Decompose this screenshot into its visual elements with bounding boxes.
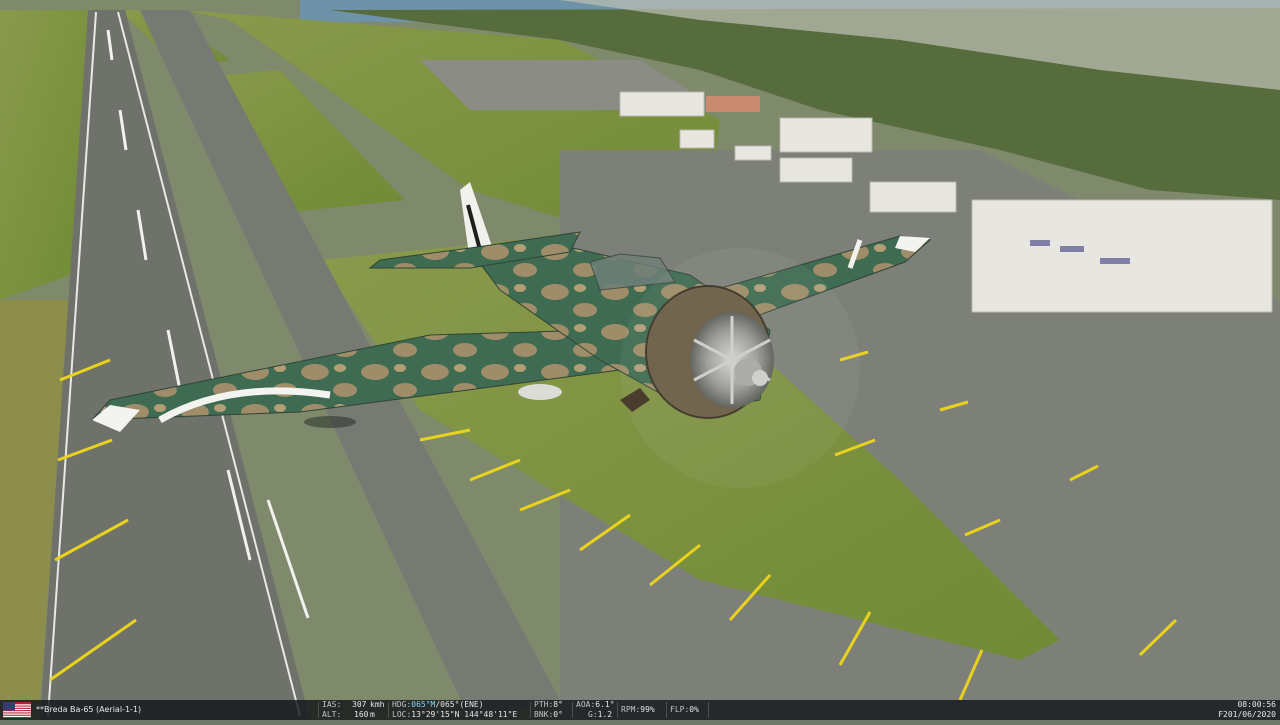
loc-value: 13°29'15"N 144°48'11"E (411, 710, 518, 719)
alt-value: 160 (354, 710, 369, 719)
divider (388, 702, 389, 718)
divider (572, 702, 573, 718)
hdg-label: HDG: (392, 700, 412, 709)
divider (617, 702, 618, 718)
aoa-value: 6.1° (595, 700, 615, 709)
aoa-g-group: AOA:6.1° G:1.2 (576, 700, 616, 720)
mission-time: 08:00:56 (1237, 700, 1276, 709)
ias-value: 307 (352, 700, 367, 709)
flaps-group: FLP:0% (670, 705, 710, 725)
mission-date: F201/06/2020 (1218, 710, 1276, 719)
flp-value: 0% (689, 705, 699, 714)
bnk-label: BNK: (534, 710, 554, 719)
bnk-value: 0° (553, 710, 563, 719)
us-flag-icon (3, 702, 31, 718)
loc-label: LOC: (392, 710, 412, 719)
hdg-true-value: /065°(ENE) (435, 700, 484, 709)
attitude-group: PTH:8° BNK:0° (534, 700, 570, 720)
alt-label: ALT: (322, 710, 342, 719)
rpm-label: RPM: (621, 705, 641, 714)
divider (318, 702, 319, 718)
divider (708, 702, 709, 718)
airspeed-altitude-group: IAS: 307 kmh ALT: 160 m (322, 700, 384, 720)
flp-label: FLP: (670, 705, 690, 714)
g-value: 1.2 (597, 710, 613, 719)
aoa-label: AOA: (576, 700, 596, 709)
flight-info-bar: **Breda Ba-65 (Aerial-1-1) IAS: 307 kmh … (0, 700, 1280, 720)
rpm-value: 99% (640, 705, 655, 714)
pth-label: PTH: (534, 700, 554, 709)
ias-unit: kmh (370, 700, 385, 709)
game-viewport (0, 0, 1280, 720)
pth-value: 8° (553, 700, 563, 709)
rpm-group: RPM:99% (621, 705, 665, 725)
aircraft-callsign: **Breda Ba-65 (Aerial-1-1) (36, 705, 142, 714)
g-label: G: (588, 710, 598, 719)
alt-unit: m (370, 710, 375, 719)
divider (666, 702, 667, 718)
hdg-magnetic-value: 065°M (411, 700, 436, 709)
ias-label: IAS: (322, 700, 342, 709)
mission-clock: 08:00:56 F201/06/2020 (1218, 700, 1276, 720)
heading-location-group: HDG:065°M/065°(ENE) LOC:13°29'15"N 144°4… (392, 700, 527, 720)
divider (530, 702, 531, 718)
